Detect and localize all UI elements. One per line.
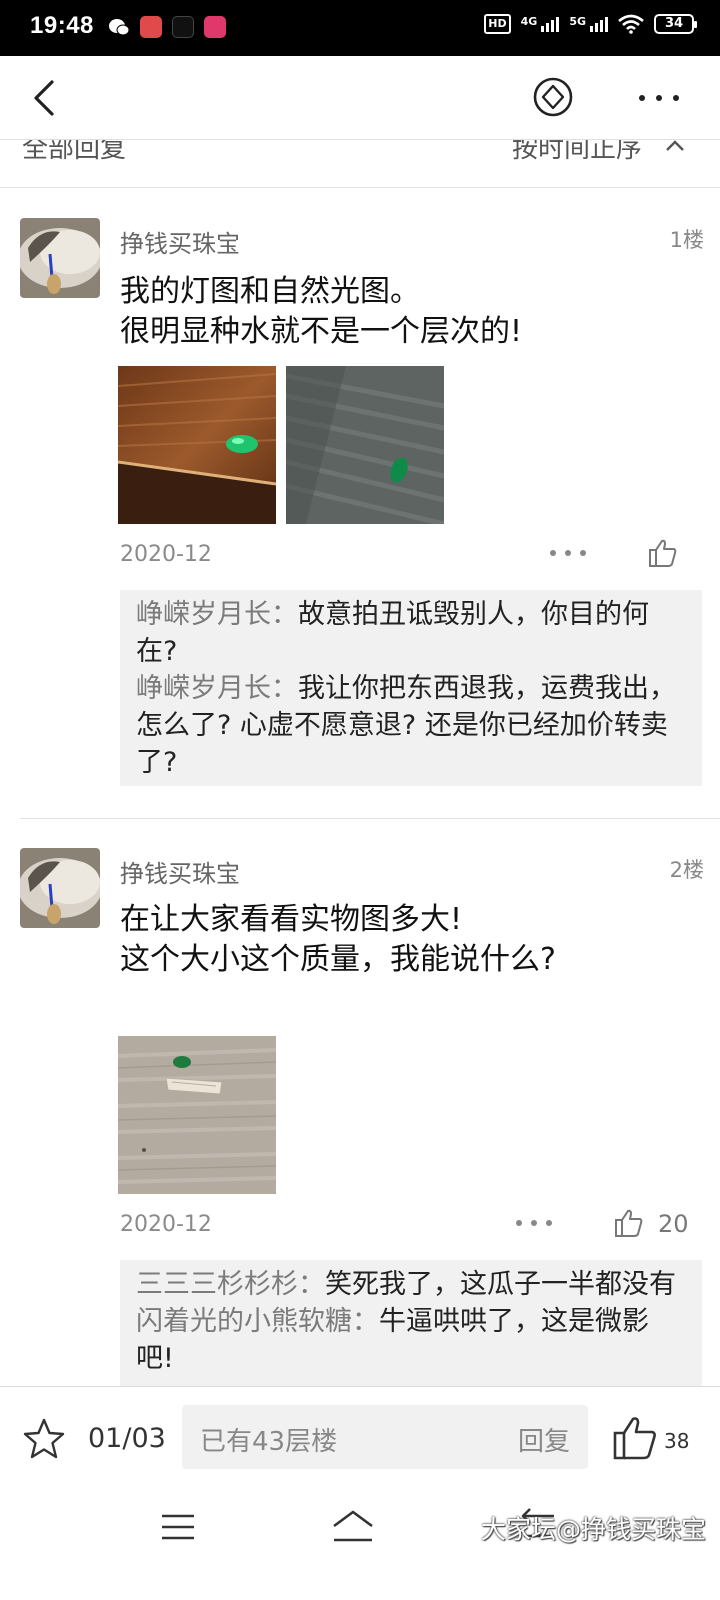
all-replies-label: 全部回复	[22, 140, 127, 164]
post-text-line: 这个大小这个质量，我能说什么?	[120, 942, 556, 977]
star-icon[interactable]	[22, 1417, 66, 1461]
sort-order-toggle[interactable]: 按时间正序	[512, 140, 642, 165]
post-text: 在让大家看看实物图多大! 这个大小这个质量，我能说什么?	[120, 900, 556, 980]
reply-list: 峥嵘岁月长：故意拍丑诋毁别人，你目的何在? 峥嵘岁月长：我让你把东西退我，运费我…	[120, 590, 702, 786]
author-name[interactable]: 挣钱买珠宝	[120, 854, 240, 889]
divider	[20, 818, 720, 819]
floor-number: 2楼	[669, 858, 704, 882]
reply-button[interactable]: 回复	[518, 1421, 570, 1458]
avatar[interactable]	[20, 218, 100, 298]
post-date: 2020-12	[120, 542, 212, 567]
reply-author[interactable]: 峥嵘岁月长	[136, 673, 271, 704]
app-notification-icon	[140, 16, 162, 38]
sort-bar: 全部回复 按时间正序	[0, 140, 720, 188]
reply-item[interactable]: 闪着光的小熊软糖：牛逼哄哄了，这是微影吧!	[136, 1303, 686, 1377]
notification-icons	[108, 16, 226, 38]
post-text-line: 我的灯图和自然光图。	[120, 274, 420, 309]
tiktok-icon	[172, 16, 194, 38]
system-nav-bar: 大家坛@挣钱买珠宝	[0, 1492, 720, 1600]
post-image[interactable]	[118, 1036, 276, 1194]
thumbs-up-icon[interactable]	[648, 538, 678, 568]
post-text: 我的灯图和自然光图。 很明显种水就不是一个层次的!	[120, 272, 522, 352]
chevron-up-icon[interactable]	[664, 140, 686, 154]
app-notification-icon	[204, 16, 226, 38]
thumbs-up-icon[interactable]	[614, 1208, 644, 1238]
more-actions-icon[interactable]	[514, 1218, 554, 1228]
bottom-action-bar: 01/03 已有43层楼 回复 38	[0, 1386, 720, 1492]
signal-5g: 5G	[569, 16, 608, 32]
avatar[interactable]	[20, 848, 100, 928]
clock: 19:48	[30, 12, 94, 39]
status-bar: 19:48 HD 4G 5G 34	[0, 0, 720, 56]
reply-author[interactable]: 峥嵘岁月长	[136, 599, 271, 630]
like-count: 20	[658, 1210, 689, 1238]
page-indicator[interactable]: 01/03	[88, 1423, 166, 1454]
reply-item[interactable]: 三三三杉杉杉：笑死我了，这瓜子一半都没有	[136, 1266, 686, 1303]
thumbs-up-icon[interactable]	[612, 1415, 658, 1461]
wifi-icon	[618, 14, 644, 34]
post-image[interactable]	[118, 366, 276, 524]
reply-text: 笑死我了，这瓜子一半都没有	[325, 1269, 676, 1300]
hd-badge: HD	[484, 14, 511, 34]
watermark: 大家坛@挣钱买珠宝	[480, 1515, 706, 1544]
status-right: HD 4G 5G 34	[484, 14, 697, 34]
post-floor-2: 挣钱买珠宝 2楼 在让大家看看实物图多大! 这个大小这个质量，我能说什么? 20…	[0, 820, 720, 1386]
diamond-circle-icon[interactable]	[532, 76, 574, 118]
author-name[interactable]: 挣钱买珠宝	[120, 224, 240, 259]
reply-item[interactable]: 峥嵘岁月长：我让你把东西退我，运费我出，怎么了? 心虚不愿意退? 还是你已经加价…	[136, 670, 686, 781]
signal-4g: 4G	[521, 16, 560, 32]
reply-item[interactable]: 峥嵘岁月长：故意拍丑诋毁别人，你目的何在?	[136, 596, 686, 670]
back-button[interactable]	[26, 78, 66, 118]
post-text-line: 很明显种水就不是一个层次的!	[120, 314, 523, 349]
more-options-button[interactable]	[636, 80, 682, 116]
menu-icon[interactable]	[160, 1512, 196, 1542]
home-icon[interactable]	[330, 1508, 376, 1544]
more-actions-icon[interactable]	[548, 548, 588, 558]
reply-input-placeholder: 已有43层楼	[200, 1427, 338, 1457]
reply-author[interactable]: 闪着光的小熊软糖	[136, 1306, 352, 1337]
post-floor-1: 挣钱买珠宝 1楼 我的灯图和自然光图。 很明显种水就不是一个层次的! 2020-…	[0, 190, 720, 818]
top-app-bar	[0, 56, 720, 140]
post-image[interactable]	[286, 366, 444, 524]
post-date: 2020-12	[120, 1212, 212, 1237]
like-count: 38	[664, 1429, 690, 1453]
reply-list: 三三三杉杉杉：笑死我了，这瓜子一半都没有 闪着光的小熊软糖：牛逼哄哄了，这是微影…	[120, 1260, 702, 1386]
reply-input[interactable]: 已有43层楼 回复	[182, 1405, 588, 1469]
floor-number: 1楼	[669, 228, 704, 252]
reply-author[interactable]: 三三三杉杉杉	[136, 1269, 298, 1300]
wechat-icon	[109, 19, 130, 36]
battery-indicator: 34	[654, 14, 697, 34]
post-text-line: 在让大家看看实物图多大!	[120, 902, 463, 937]
